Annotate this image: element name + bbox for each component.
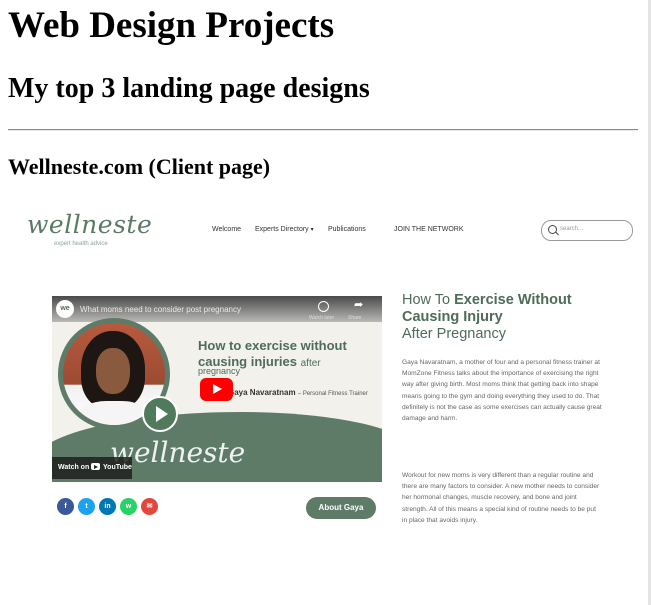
play-circle-icon (142, 396, 178, 432)
linkedin-share-button[interactable]: in (99, 498, 116, 515)
watch-on-youtube-button[interactable]: Watch on YouTube (52, 457, 132, 479)
project-screenshot: wellneste expert health advice Welcome E… (8, 200, 638, 560)
search-icon (548, 225, 557, 234)
nav-welcome[interactable]: Welcome (212, 226, 241, 233)
about-gaya-button[interactable]: About Gaya (306, 497, 376, 519)
video-subheading: pregnancy (198, 366, 241, 376)
whatsapp-share-button[interactable]: w (120, 498, 137, 515)
whatsapp-icon: w (125, 503, 132, 510)
watch-later-icon[interactable] (318, 301, 329, 312)
article-paragraph-1: Gaya Navaratnam, a mother of four and a … (402, 359, 602, 423)
email-share-button[interactable]: ✉ (141, 498, 158, 515)
logo-tagline: expert health advice (54, 241, 108, 247)
share-label: Share (348, 315, 362, 321)
twitter-share-button[interactable]: t (78, 498, 95, 515)
facebook-icon: f (64, 503, 67, 510)
nav-experts-label: Experts Directory (255, 226, 309, 233)
search-placeholder: search... (560, 226, 584, 232)
page-subtitle: My top 3 landing page designs (8, 73, 370, 104)
video-player[interactable]: we What moms need to consider post pregn… (52, 296, 382, 482)
email-icon: ✉ (146, 503, 153, 510)
linkedin-icon: in (104, 503, 111, 510)
search-input[interactable]: search... (541, 220, 633, 241)
wellneste-logo[interactable]: wellneste (27, 210, 152, 239)
nav-join-network[interactable]: JOIN THE NETWORK (394, 226, 463, 233)
youtube-play-button[interactable] (200, 378, 233, 401)
twitter-icon: t (85, 503, 88, 510)
facebook-share-button[interactable]: f (57, 498, 74, 515)
video-title[interactable]: What moms need to consider post pregnanc… (80, 305, 241, 314)
share-icon[interactable]: ➦ (354, 300, 363, 311)
page-title: Web Design Projects (8, 5, 335, 46)
nav-publications[interactable]: Publications (328, 226, 366, 233)
presenter-name: Gaya Navaratnam – Personal Fitness Train… (228, 388, 368, 397)
chevron-down-icon: ▾ (310, 227, 314, 233)
youtube-icon (91, 463, 101, 470)
project-heading: Wellneste.com (Client page) (8, 154, 271, 179)
watch-later-label: Watch later (309, 315, 335, 321)
nav-experts-directory[interactable]: Experts Directory ▾ (255, 226, 314, 233)
divider (8, 129, 638, 131)
article-title: How To Exercise Without Causing Injury A… (402, 292, 572, 342)
article-paragraph-2: Workout for new moms is very different t… (402, 472, 600, 524)
channel-avatar[interactable]: we (56, 300, 74, 318)
